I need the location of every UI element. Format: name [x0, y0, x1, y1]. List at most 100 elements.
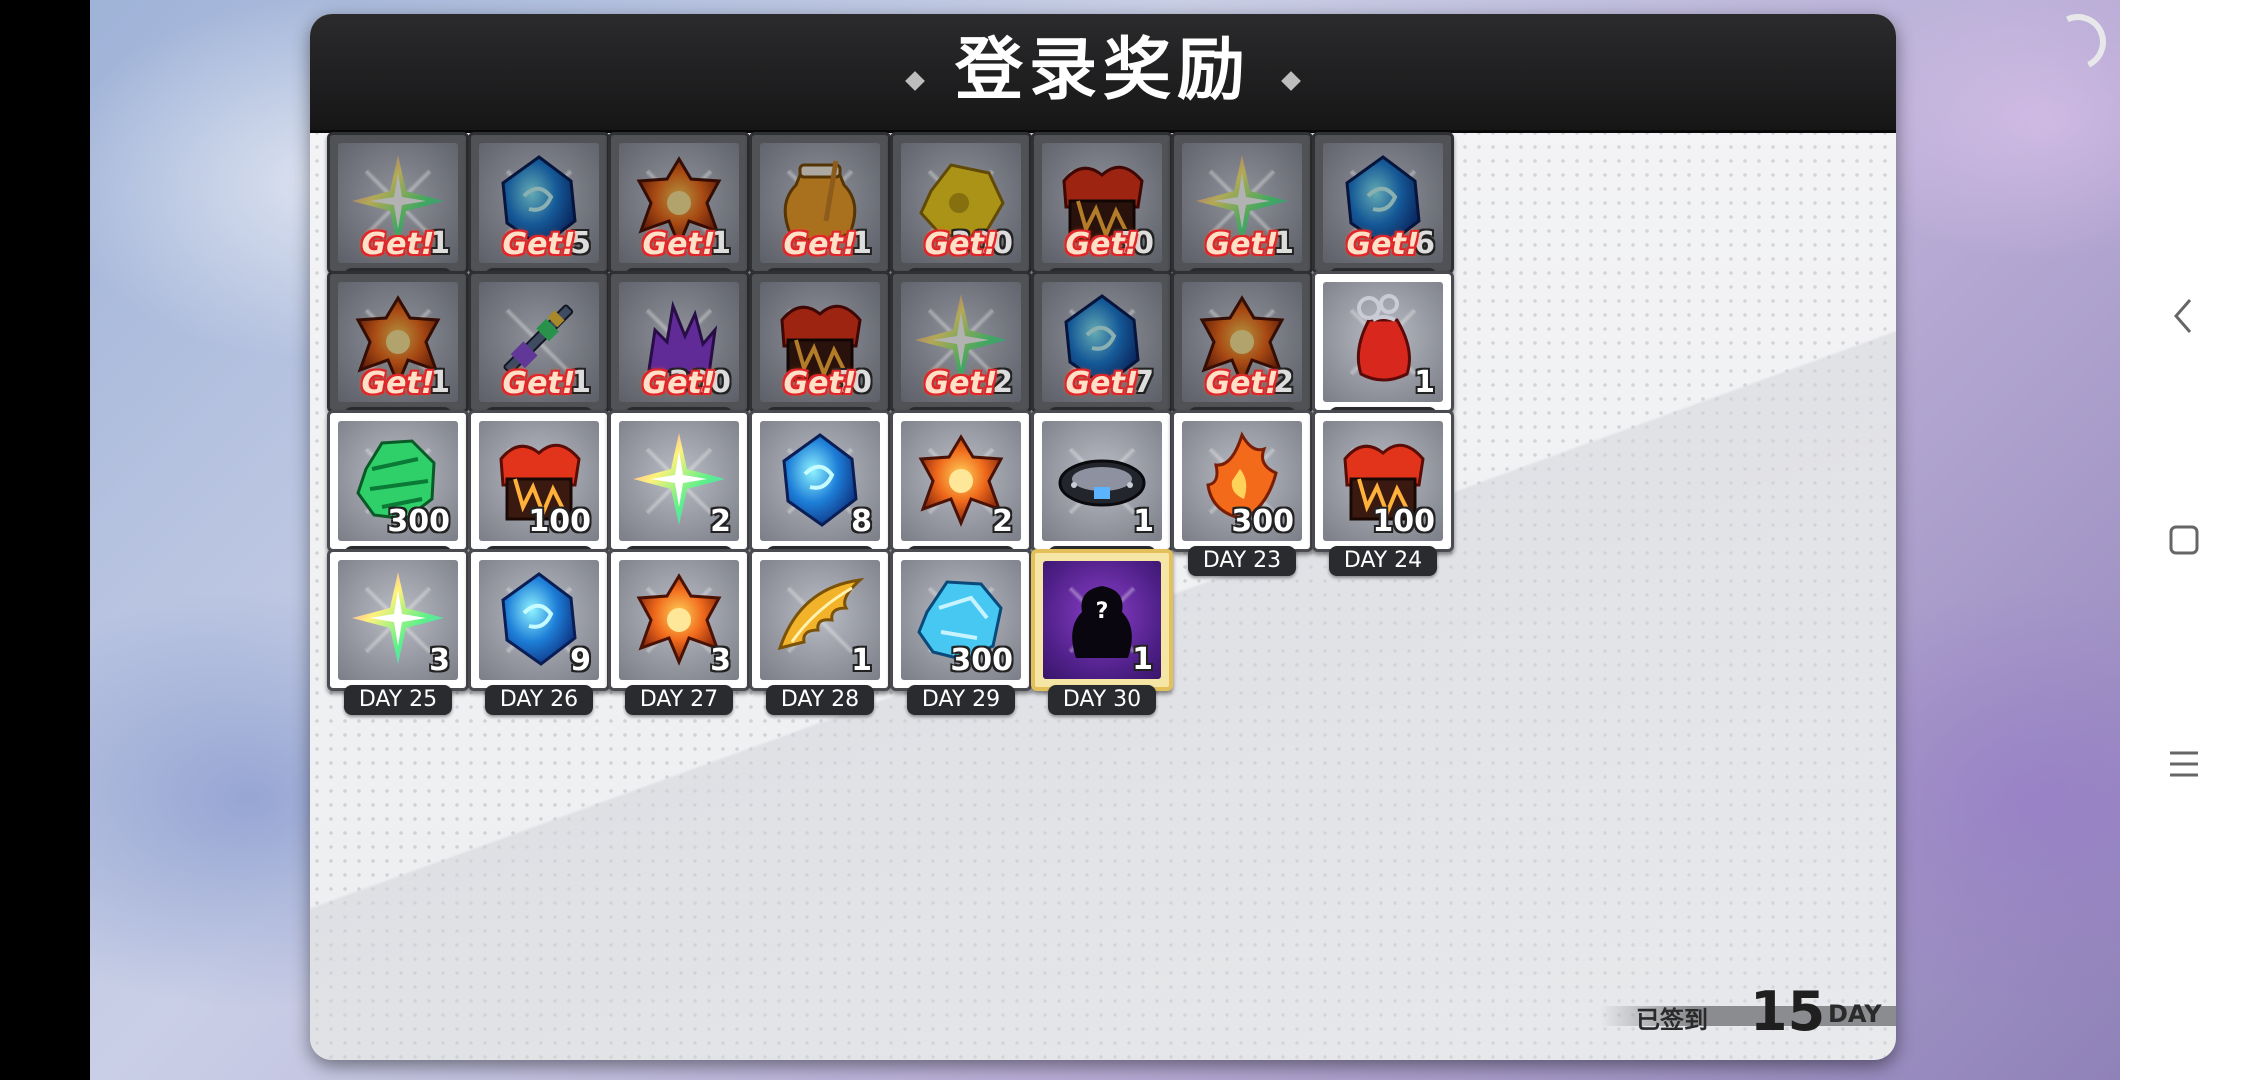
reward-card[interactable]: 7 Get! [1031, 271, 1173, 413]
reward-card-inner: 1 Get! [479, 282, 599, 402]
reward-cell-day-30[interactable]: ? 1 DAY 30 [1031, 549, 1173, 717]
reward-card[interactable]: 1 Get! [327, 271, 469, 413]
reward-quantity: 300 [950, 643, 1013, 678]
reward-card[interactable]: 1 Get! [327, 132, 469, 274]
system-nav-bar [2120, 0, 2248, 1080]
reward-card-inner: 100 [479, 421, 599, 541]
reward-card[interactable]: 9 [468, 549, 610, 691]
reward-card[interactable]: 1 [1031, 410, 1173, 552]
reward-cell-day-25[interactable]: 3 DAY 25 [327, 549, 469, 717]
reward-card[interactable]: ? 1 [1031, 549, 1173, 691]
reward-card-inner: 1 Get! [338, 282, 458, 402]
reward-card-inner: 300 Get! [901, 143, 1021, 263]
reward-cell-day-28[interactable]: 1 DAY 28 [749, 549, 891, 717]
reward-card-inner: 2 [901, 421, 1021, 541]
reward-card-inner: 300 Get! [619, 282, 739, 402]
back-icon[interactable] [2164, 296, 2204, 336]
reward-card[interactable]: 5 Get! [468, 132, 610, 274]
reward-card-inner: 100 [1323, 421, 1443, 541]
claimed-get-label: Get! [642, 366, 716, 401]
reward-quantity: 1 [1414, 365, 1435, 400]
reward-card[interactable]: 300 Get! [890, 132, 1032, 274]
reward-card-inner: 300 [901, 560, 1021, 680]
reward-quantity: 3 [429, 643, 450, 678]
reward-cell-day-24[interactable]: 100 DAY 24 [1312, 410, 1454, 578]
reward-card-inner: 3 [619, 560, 739, 680]
reward-card[interactable]: 6 Get! [1312, 132, 1454, 274]
reward-card[interactable]: 2 [890, 410, 1032, 552]
reward-card-inner: 6 Get! [1323, 143, 1443, 263]
reward-card[interactable]: 3 [608, 549, 750, 691]
reward-card-inner: 1 [760, 560, 880, 680]
reward-card[interactable]: 1 [1312, 271, 1454, 413]
day-label: DAY 28 [766, 685, 874, 715]
reward-cell-day-26[interactable]: 9 DAY 26 [468, 549, 610, 717]
claimed-get-label: Get! [1205, 366, 1279, 401]
title-group: 登录奖励 Login Bonus [310, 36, 1896, 152]
claimed-get-label: Get! [924, 227, 998, 262]
reward-cell-day-29[interactable]: 300 DAY 29 [890, 549, 1032, 717]
reward-quantity: 3 [710, 643, 731, 678]
reward-card-inner: ? 1 [1043, 561, 1161, 679]
reward-card[interactable]: 50 Get! [1031, 132, 1173, 274]
reward-quantity: 9 [570, 643, 591, 678]
claimed-get-label: Get! [924, 366, 998, 401]
claimed-get-label: Get! [1346, 227, 1420, 262]
reward-quantity: 8 [851, 504, 872, 539]
reward-card-inner: 2 Get! [901, 282, 1021, 402]
claimed-get-label: Get! [361, 227, 435, 262]
reward-card[interactable]: 1 [749, 549, 891, 691]
menu-icon[interactable] [2164, 744, 2204, 784]
signed-days-indicator: 已签到 15 DAY [1600, 980, 1896, 1043]
claimed-get-label: Get! [361, 366, 435, 401]
reward-card-inner: 5 Get! [479, 143, 599, 263]
reward-card[interactable]: 300 [890, 549, 1032, 691]
reward-card[interactable]: 300 Get! [608, 271, 750, 413]
reward-quantity: 300 [1231, 504, 1294, 539]
claimed-get-label: Get! [1205, 227, 1279, 262]
reward-card[interactable]: 2 Get! [1171, 271, 1313, 413]
reward-card[interactable]: 100 [1312, 410, 1454, 552]
signed-unit: DAY [1828, 1000, 1882, 1028]
diamond-left-icon [904, 70, 925, 91]
reward-cell-day-27[interactable]: 3 DAY 27 [608, 549, 750, 717]
reward-card[interactable]: 1 Get! [468, 271, 610, 413]
reward-card-inner: 50 Get! [1042, 143, 1162, 263]
day-label: DAY 23 [1188, 546, 1296, 576]
reward-card-inner: 1 Get! [1182, 143, 1302, 263]
reward-card[interactable]: 300 [1171, 410, 1313, 552]
reward-card-inner: 7 Get! [1042, 282, 1162, 402]
panel-header: 登录奖励 Login Bonus [310, 14, 1896, 152]
reward-card-inner: 3 [338, 560, 458, 680]
reward-card-inner: 1 Get! [619, 143, 739, 263]
reward-card-inner: 300 [338, 421, 458, 541]
reward-card-inner: 1 [1323, 282, 1443, 402]
reward-card-inner: 1 [1042, 421, 1162, 541]
reward-card[interactable]: 300 [327, 410, 469, 552]
signed-count: 15 [1750, 980, 1826, 1043]
reward-card[interactable]: 50 Get! [749, 271, 891, 413]
reward-quantity: 1 [1133, 504, 1154, 539]
home-icon[interactable] [2164, 520, 2204, 560]
reward-card[interactable]: 8 [749, 410, 891, 552]
reward-quantity: 2 [992, 504, 1013, 539]
reward-quantity: 1 [851, 643, 872, 678]
signed-label: 已签到 [1636, 1006, 1708, 1034]
reward-card[interactable]: 2 Get! [890, 271, 1032, 413]
reward-card[interactable]: 2 [608, 410, 750, 552]
reward-card[interactable]: 1 Get! [1171, 132, 1313, 274]
login-bonus-panel: 登录奖励 Login Bonus 1Get!DAY 15Get!DAY 21Ge… [310, 14, 1896, 1060]
reward-card[interactable]: 1 Get! [749, 132, 891, 274]
reward-quantity: 1 [1132, 642, 1153, 677]
day-label: DAY 27 [625, 685, 733, 715]
reward-card[interactable]: 1 Get! [608, 132, 750, 274]
day-label: DAY 29 [907, 685, 1015, 715]
claimed-get-label: Get! [783, 227, 857, 262]
reward-card[interactable]: 100 [468, 410, 610, 552]
reward-card[interactable]: 3 [327, 549, 469, 691]
claimed-get-label: Get! [1065, 227, 1139, 262]
claimed-get-label: Get! [502, 366, 576, 401]
reward-cell-day-23[interactable]: 300 DAY 23 [1171, 410, 1313, 578]
claimed-get-label: Get! [642, 227, 716, 262]
day-label: DAY 24 [1329, 546, 1437, 576]
